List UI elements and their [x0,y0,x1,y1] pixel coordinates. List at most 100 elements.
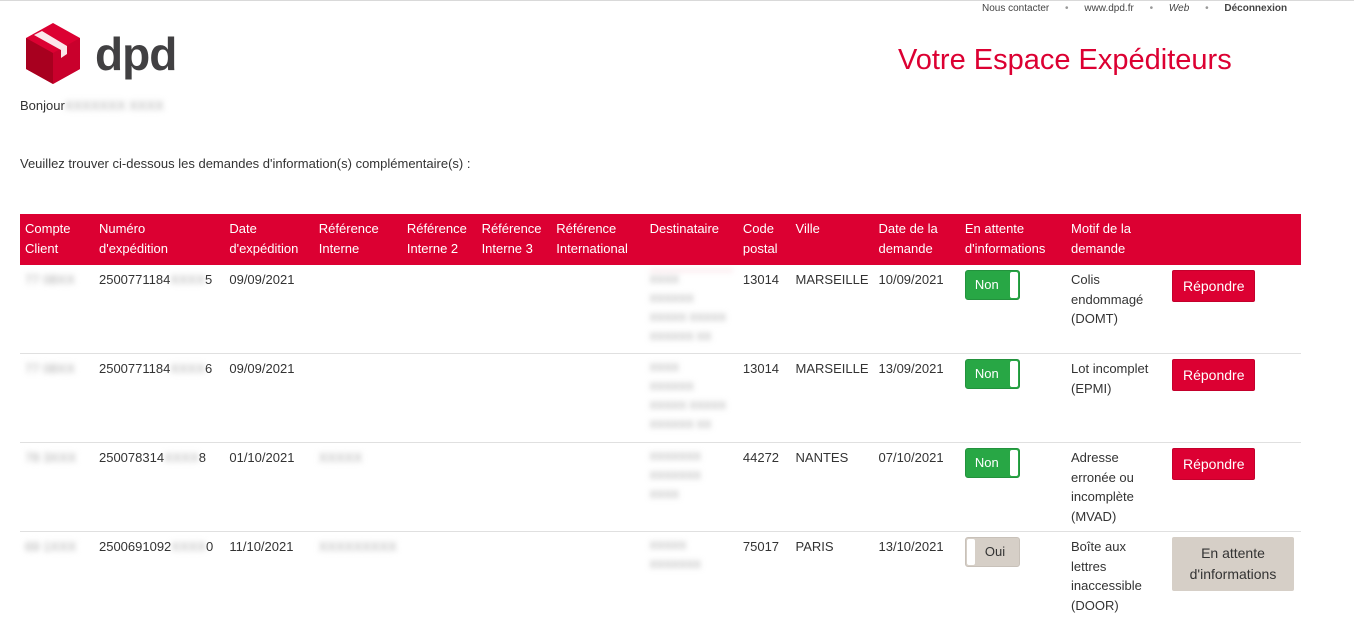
destinataire-cell: XXXXXXX XXXXXXX XXXX [645,443,738,532]
attente-toggle[interactable]: Non [965,270,1020,300]
repondre-button[interactable]: Répondre [1172,359,1256,391]
action-cell: Répondre [1167,443,1301,532]
page-title: Votre Espace Expéditeurs [898,44,1232,76]
reference-interne-3-cell [477,532,552,622]
reference-international-cell [551,354,644,443]
col-numero-expedition: Numérod'expédition [94,214,224,265]
en-attente-cell: Oui [960,532,1066,622]
reference-interne-2-cell [402,443,477,532]
col-destinataire: Destinataire [645,214,738,265]
col-reference-international: RéférenceInternational [551,214,644,265]
col-ville: Ville [791,214,874,265]
reference-international-cell [551,443,644,532]
col-motif: Motif de lademande [1066,214,1167,265]
code-postal-cell: 75017 [738,532,791,622]
attente-toggle[interactable]: Non [965,448,1020,478]
contact-link[interactable]: Nous contacter [982,3,1049,14]
reference-interne-cell: XXXXX [314,443,402,532]
en-attente-cell: Non [960,265,1066,354]
date-demande-cell: 10/09/2021 [874,265,960,354]
en-attente-cell: Non [960,443,1066,532]
dpd-logo[interactable]: dpd [25,23,175,85]
dpd-logo-text: dpd [95,31,176,77]
col-code-postal: Codepostal [738,214,791,265]
date-expedition-cell: 11/10/2021 [224,532,313,622]
action-cell: Répondre [1167,354,1301,443]
attente-toggle[interactable]: Non [965,359,1020,389]
col-reference-interne: RéférenceInterne [314,214,402,265]
compte-client-cell: 69 1XXX [20,532,94,622]
attente-toggle[interactable]: Oui [965,537,1020,567]
ville-cell: MARSEILLE [791,354,874,443]
greeting: BonjourXXXXXXX XXXX [20,98,164,113]
en-attente-button[interactable]: En attente d'informations [1172,537,1294,591]
dpd-cube-icon [25,23,81,85]
col-date-demande: Date de lademande [874,214,960,265]
col-reference-interne-3: RéférenceInterne 3 [477,214,552,265]
requests-table: CompteClient Numérod'expédition Dated'ex… [20,214,1301,622]
reference-international-cell [551,532,644,622]
user-name: XXXXXXX XXXX [65,98,164,113]
reference-interne-2-cell [402,265,477,354]
intro-text: Veuillez trouver ci-dessous les demandes… [20,156,470,171]
ville-cell: PARIS [791,532,874,622]
ville-cell: NANTES [791,443,874,532]
reference-interne-cell: XXXXXXXXX [314,532,402,622]
motif-cell: Lot incomplet (EPMI) [1066,354,1167,443]
date-expedition-cell: 09/09/2021 [224,265,313,354]
date-demande-cell: 13/09/2021 [874,354,960,443]
destinataire-cell: XXXX XXXXXX XXXXX XXXXX XXXXXX XX [645,354,738,443]
date-expedition-cell: 01/10/2021 [224,443,313,532]
motif-cell: Colis endommagé (DOMT) [1066,265,1167,354]
table-row: 78 3XXX 250078314XXXX8 01/10/2021 XXXXX … [20,443,1301,532]
table-header-row: CompteClient Numérod'expédition Dated'ex… [20,214,1301,265]
numero-expedition-cell: 2500691092XXXX0 [94,532,224,622]
numero-expedition-cell: 250078314XXXX8 [94,443,224,532]
reference-interne-cell [314,354,402,443]
table-row: 77 08XX 2500771184XXXX6 09/09/2021 XXXX … [20,354,1301,443]
action-cell: En attente d'informations [1167,532,1301,622]
en-attente-cell: Non [960,354,1066,443]
motif-cell: Adresse erronée ou incomplète (MVAD) [1066,443,1167,532]
separator: • [1065,3,1069,14]
web-link[interactable]: Web [1169,3,1189,14]
reference-interne-3-cell [477,265,552,354]
repondre-button[interactable]: Répondre [1172,270,1256,302]
reference-interne-2-cell [402,532,477,622]
logout-link[interactable]: Déconnexion [1224,3,1287,14]
table-row: 69 1XXX 2500691092XXXX0 11/10/2021 XXXXX… [20,532,1301,622]
ville-cell: MARSEILLE [791,265,874,354]
col-reference-interne-2: RéférenceInterne 2 [402,214,477,265]
reference-interne-3-cell [477,354,552,443]
reference-interne-3-cell [477,443,552,532]
code-postal-cell: 13014 [738,265,791,354]
code-postal-cell: 13014 [738,354,791,443]
compte-client-cell: 77 08XX [20,265,94,354]
date-demande-cell: 07/10/2021 [874,443,960,532]
reference-interne-cell [314,265,402,354]
repondre-button[interactable]: Répondre [1172,448,1256,480]
dpd-site-link[interactable]: www.dpd.fr [1084,3,1133,14]
col-date-expedition: Dated'expédition [224,214,313,265]
destinataire-cell: XXXX XXXXXX XXXXX XXXXX XXXXXX XX [645,265,738,354]
numero-expedition-cell: 2500771184XXXX5 [94,265,224,354]
action-cell: Répondre [1167,265,1301,354]
greeting-label: Bonjour [20,98,65,113]
top-border [0,0,1354,1]
compte-client-cell: 78 3XXX [20,443,94,532]
col-compte-client: CompteClient [20,214,94,265]
destinataire-cell: XXXXX XXXXXXX [645,532,738,622]
table-row: 77 08XX 2500771184XXXX5 09/09/2021 XXXX … [20,265,1301,354]
motif-cell: Boîte aux lettres inaccessible (DOOR) [1066,532,1167,622]
separator: • [1205,3,1209,14]
date-expedition-cell: 09/09/2021 [224,354,313,443]
code-postal-cell: 44272 [738,443,791,532]
numero-expedition-cell: 2500771184XXXX6 [94,354,224,443]
compte-client-cell: 77 08XX [20,354,94,443]
reference-international-cell [551,265,644,354]
top-links: Nous contacter • www.dpd.fr • Web • Déco… [982,3,1287,14]
date-demande-cell: 13/10/2021 [874,532,960,622]
separator: • [1150,3,1154,14]
col-actions [1167,214,1301,265]
reference-interne-2-cell [402,354,477,443]
